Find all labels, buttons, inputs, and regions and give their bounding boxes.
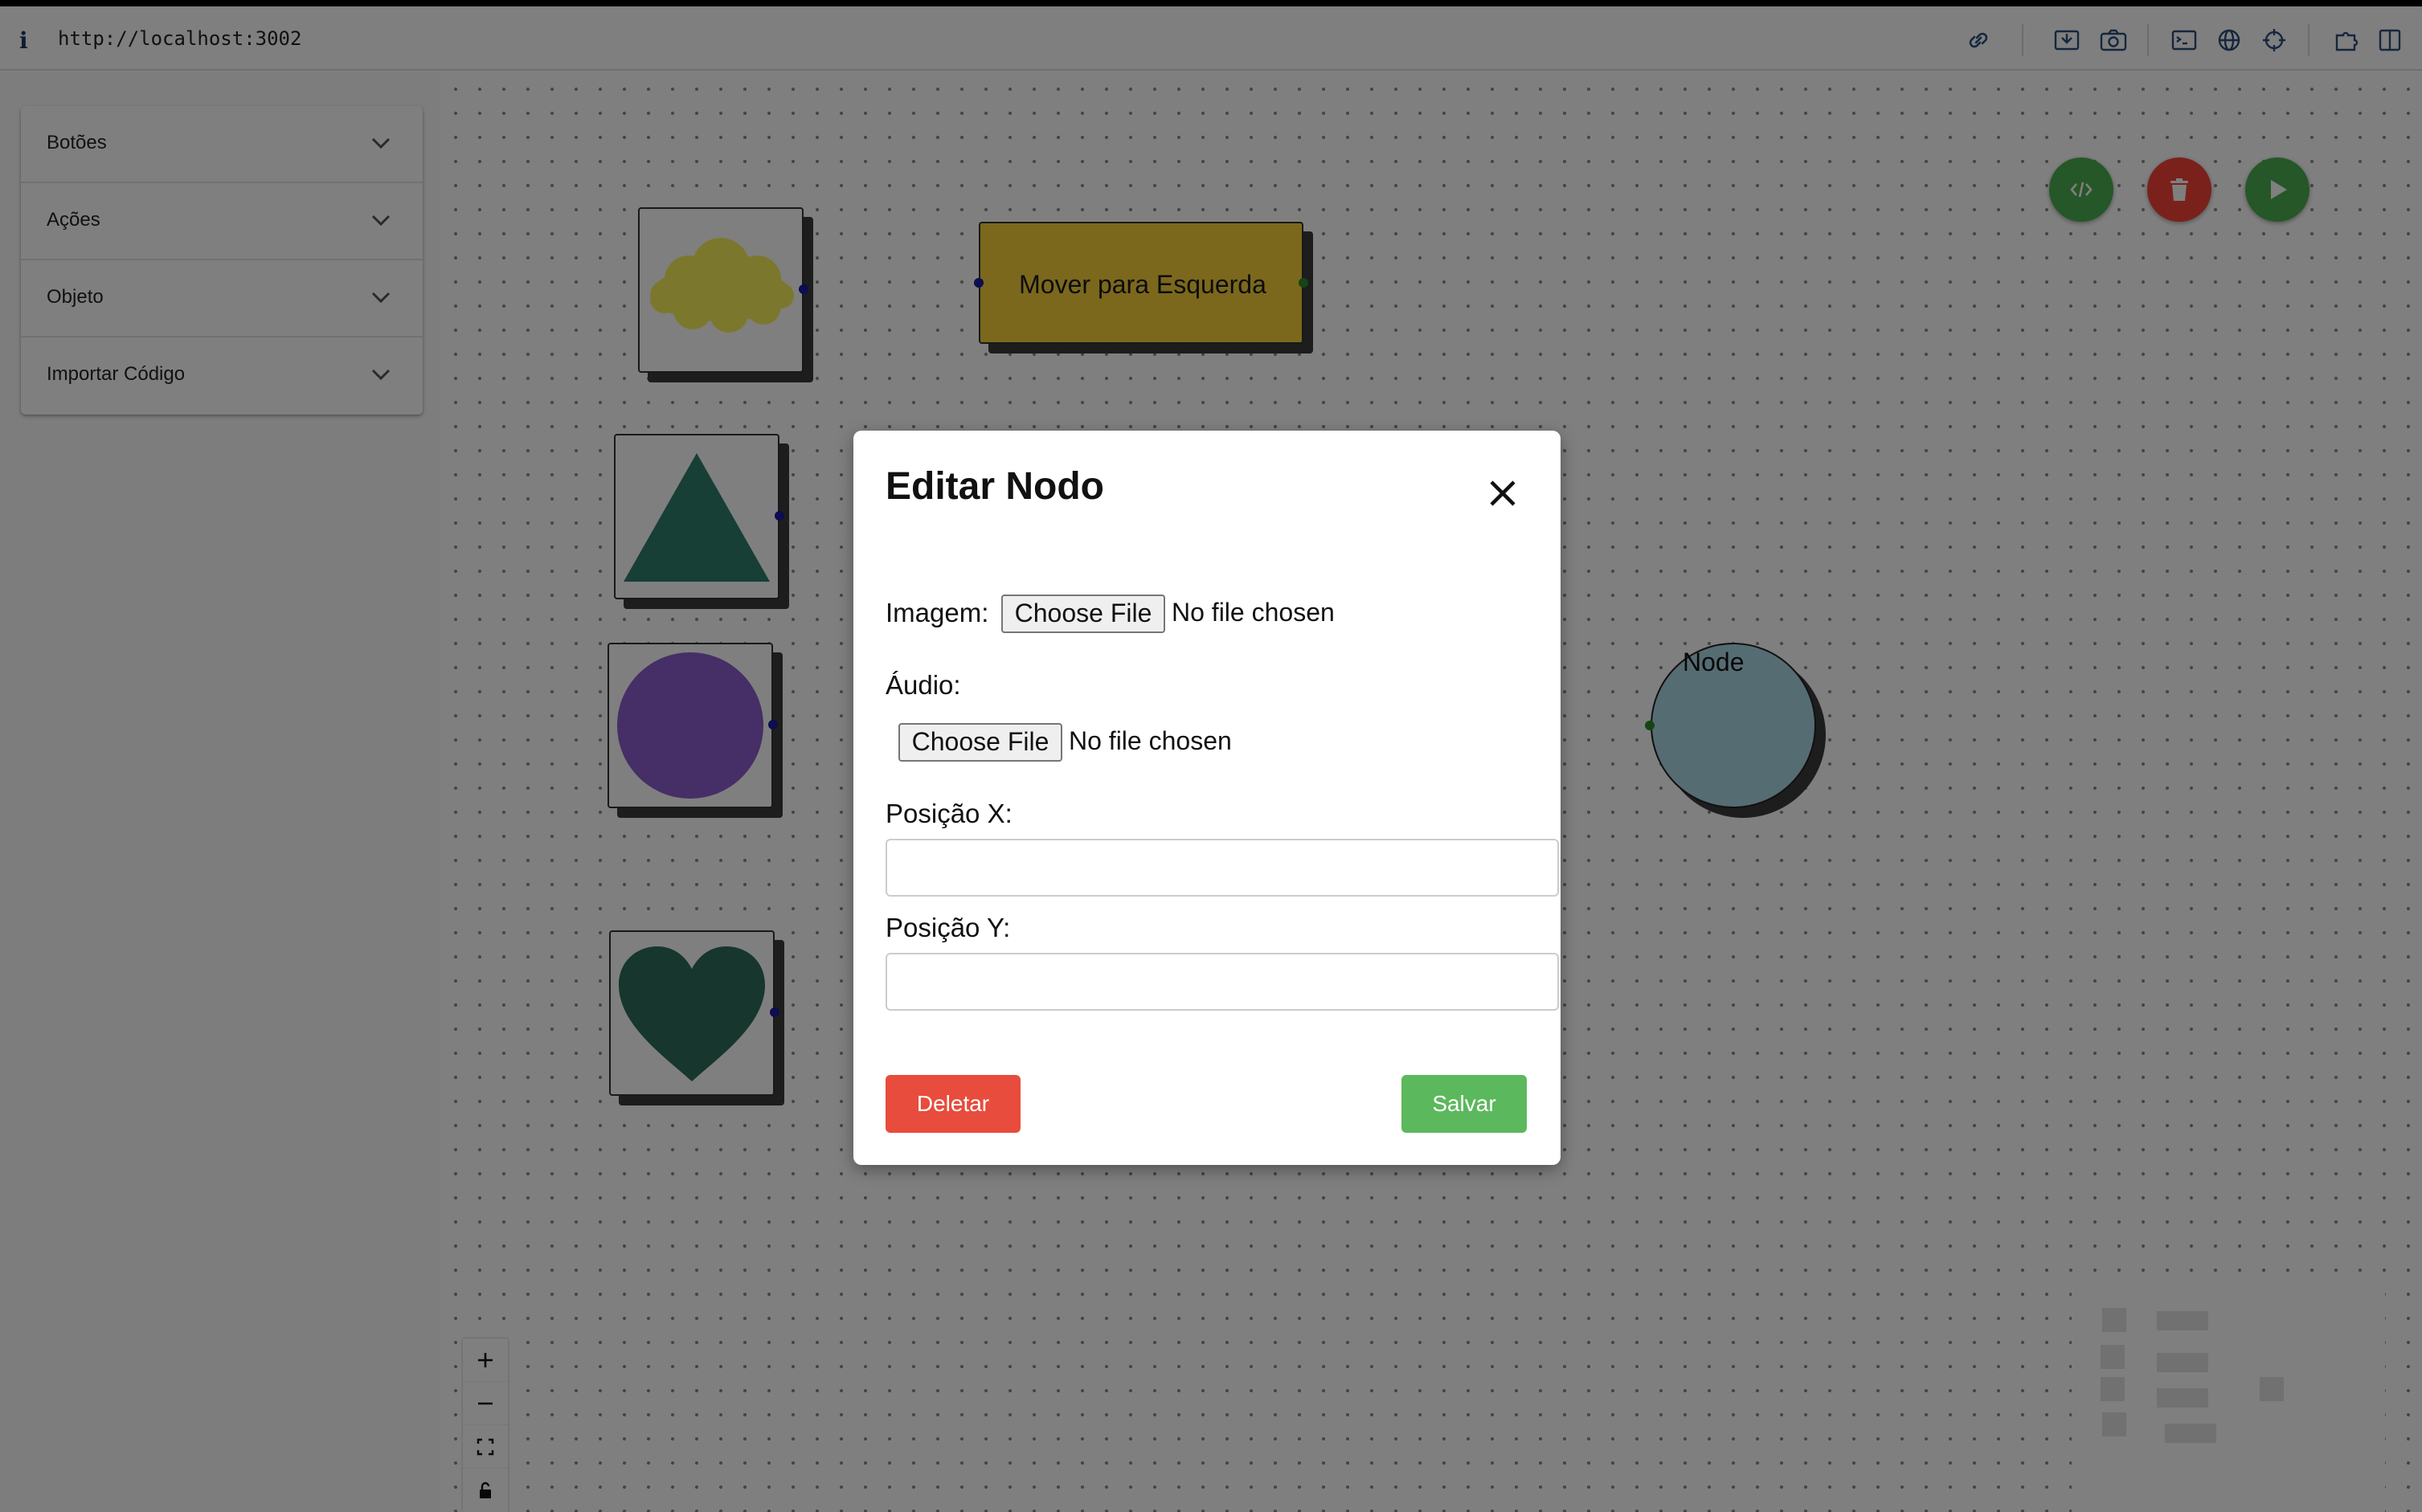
image-label: Imagem: [886, 598, 989, 627]
edit-node-modal: Editar Nodo Imagem: Choose File No file … [853, 431, 1561, 1165]
position-x-label: Posição X: [886, 799, 1013, 828]
position-y-input[interactable] [886, 953, 1559, 1011]
audio-file-button[interactable]: Choose File [898, 723, 1062, 762]
audio-file-status: No file chosen [1069, 726, 1232, 755]
save-button[interactable]: Salvar [1401, 1075, 1527, 1133]
close-button[interactable] [1480, 471, 1525, 516]
close-icon [1490, 480, 1516, 506]
delete-button[interactable]: Deletar [886, 1075, 1021, 1133]
position-x-input[interactable] [886, 839, 1559, 897]
image-file-status: No file chosen [1172, 598, 1335, 627]
modal-title: Editar Nodo [886, 465, 1104, 508]
image-file-button[interactable]: Choose File [1001, 595, 1165, 633]
audio-label: Áudio: [886, 670, 961, 700]
position-y-label: Posição Y: [886, 913, 1011, 942]
